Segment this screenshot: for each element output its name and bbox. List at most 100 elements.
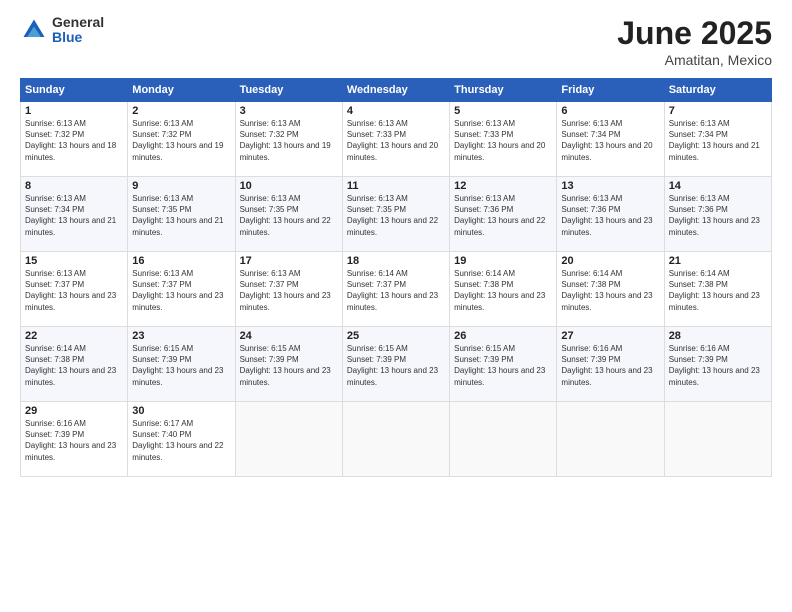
calendar-cell: 6 Sunrise: 6:13 AMSunset: 7:34 PMDayligh… — [557, 102, 664, 177]
day-number: 5 — [454, 105, 552, 117]
day-info: Sunrise: 6:13 AMSunset: 7:35 PMDaylight:… — [132, 194, 223, 237]
day-number: 26 — [454, 330, 552, 342]
day-info: Sunrise: 6:15 AMSunset: 7:39 PMDaylight:… — [240, 344, 331, 387]
day-number: 12 — [454, 180, 552, 192]
day-info: Sunrise: 6:16 AMSunset: 7:39 PMDaylight:… — [669, 344, 760, 387]
day-number: 19 — [454, 255, 552, 267]
day-number: 25 — [347, 330, 445, 342]
day-number: 9 — [132, 180, 230, 192]
calendar-cell: 18 Sunrise: 6:14 AMSunset: 7:37 PMDaylig… — [342, 252, 449, 327]
calendar-table: Sunday Monday Tuesday Wednesday Thursday… — [20, 78, 772, 477]
day-number: 17 — [240, 255, 338, 267]
day-number: 15 — [25, 255, 123, 267]
day-number: 21 — [669, 255, 767, 267]
day-number: 6 — [561, 105, 659, 117]
day-number: 18 — [347, 255, 445, 267]
col-friday: Friday — [557, 79, 664, 102]
day-number: 7 — [669, 105, 767, 117]
calendar-cell: 11 Sunrise: 6:13 AMSunset: 7:35 PMDaylig… — [342, 177, 449, 252]
calendar-week-4: 22 Sunrise: 6:14 AMSunset: 7:38 PMDaylig… — [21, 327, 772, 402]
day-info: Sunrise: 6:13 AMSunset: 7:32 PMDaylight:… — [240, 119, 331, 162]
day-info: Sunrise: 6:13 AMSunset: 7:36 PMDaylight:… — [669, 194, 760, 237]
day-number: 30 — [132, 405, 230, 417]
day-info: Sunrise: 6:16 AMSunset: 7:39 PMDaylight:… — [561, 344, 652, 387]
day-number: 16 — [132, 255, 230, 267]
calendar-cell: 2 Sunrise: 6:13 AMSunset: 7:32 PMDayligh… — [128, 102, 235, 177]
title-block: June 2025 Amatitan, Mexico — [617, 15, 772, 68]
col-monday: Monday — [128, 79, 235, 102]
location: Amatitan, Mexico — [617, 52, 772, 68]
calendar-cell: 22 Sunrise: 6:14 AMSunset: 7:38 PMDaylig… — [21, 327, 128, 402]
day-info: Sunrise: 6:14 AMSunset: 7:38 PMDaylight:… — [561, 269, 652, 312]
calendar-cell: 16 Sunrise: 6:13 AMSunset: 7:37 PMDaylig… — [128, 252, 235, 327]
calendar-cell: 26 Sunrise: 6:15 AMSunset: 7:39 PMDaylig… — [450, 327, 557, 402]
calendar-cell: 7 Sunrise: 6:13 AMSunset: 7:34 PMDayligh… — [664, 102, 771, 177]
calendar-cell: 3 Sunrise: 6:13 AMSunset: 7:32 PMDayligh… — [235, 102, 342, 177]
calendar-cell: 23 Sunrise: 6:15 AMSunset: 7:39 PMDaylig… — [128, 327, 235, 402]
day-number: 13 — [561, 180, 659, 192]
logo-icon — [20, 16, 48, 44]
col-saturday: Saturday — [664, 79, 771, 102]
day-info: Sunrise: 6:14 AMSunset: 7:38 PMDaylight:… — [454, 269, 545, 312]
logo-text: General Blue — [52, 15, 104, 46]
day-number: 22 — [25, 330, 123, 342]
page: General Blue June 2025 Amatitan, Mexico … — [0, 0, 792, 612]
calendar-cell: 20 Sunrise: 6:14 AMSunset: 7:38 PMDaylig… — [557, 252, 664, 327]
calendar-cell: 15 Sunrise: 6:13 AMSunset: 7:37 PMDaylig… — [21, 252, 128, 327]
calendar-cell — [557, 402, 664, 477]
day-info: Sunrise: 6:14 AMSunset: 7:38 PMDaylight:… — [669, 269, 760, 312]
day-number: 8 — [25, 180, 123, 192]
day-number: 4 — [347, 105, 445, 117]
calendar-cell: 27 Sunrise: 6:16 AMSunset: 7:39 PMDaylig… — [557, 327, 664, 402]
day-info: Sunrise: 6:15 AMSunset: 7:39 PMDaylight:… — [132, 344, 223, 387]
calendar-cell: 9 Sunrise: 6:13 AMSunset: 7:35 PMDayligh… — [128, 177, 235, 252]
day-info: Sunrise: 6:13 AMSunset: 7:34 PMDaylight:… — [561, 119, 652, 162]
col-wednesday: Wednesday — [342, 79, 449, 102]
calendar-cell: 25 Sunrise: 6:15 AMSunset: 7:39 PMDaylig… — [342, 327, 449, 402]
day-number: 27 — [561, 330, 659, 342]
day-info: Sunrise: 6:13 AMSunset: 7:33 PMDaylight:… — [347, 119, 438, 162]
calendar-header-row: Sunday Monday Tuesday Wednesday Thursday… — [21, 79, 772, 102]
calendar-cell — [664, 402, 771, 477]
calendar-cell: 8 Sunrise: 6:13 AMSunset: 7:34 PMDayligh… — [21, 177, 128, 252]
day-number: 14 — [669, 180, 767, 192]
col-tuesday: Tuesday — [235, 79, 342, 102]
calendar-week-3: 15 Sunrise: 6:13 AMSunset: 7:37 PMDaylig… — [21, 252, 772, 327]
month-title: June 2025 — [617, 15, 772, 52]
day-number: 10 — [240, 180, 338, 192]
day-info: Sunrise: 6:13 AMSunset: 7:36 PMDaylight:… — [454, 194, 545, 237]
day-number: 1 — [25, 105, 123, 117]
day-number: 3 — [240, 105, 338, 117]
logo-general-text: General — [52, 15, 104, 30]
day-info: Sunrise: 6:13 AMSunset: 7:32 PMDaylight:… — [25, 119, 116, 162]
day-number: 2 — [132, 105, 230, 117]
day-info: Sunrise: 6:14 AMSunset: 7:38 PMDaylight:… — [25, 344, 116, 387]
calendar-cell: 17 Sunrise: 6:13 AMSunset: 7:37 PMDaylig… — [235, 252, 342, 327]
day-number: 28 — [669, 330, 767, 342]
calendar-cell: 29 Sunrise: 6:16 AMSunset: 7:39 PMDaylig… — [21, 402, 128, 477]
col-sunday: Sunday — [21, 79, 128, 102]
calendar-cell — [235, 402, 342, 477]
calendar-cell: 5 Sunrise: 6:13 AMSunset: 7:33 PMDayligh… — [450, 102, 557, 177]
calendar-week-5: 29 Sunrise: 6:16 AMSunset: 7:39 PMDaylig… — [21, 402, 772, 477]
day-info: Sunrise: 6:13 AMSunset: 7:32 PMDaylight:… — [132, 119, 223, 162]
day-info: Sunrise: 6:13 AMSunset: 7:35 PMDaylight:… — [347, 194, 438, 237]
day-info: Sunrise: 6:16 AMSunset: 7:39 PMDaylight:… — [25, 419, 116, 462]
day-info: Sunrise: 6:13 AMSunset: 7:34 PMDaylight:… — [25, 194, 116, 237]
calendar-week-2: 8 Sunrise: 6:13 AMSunset: 7:34 PMDayligh… — [21, 177, 772, 252]
day-info: Sunrise: 6:13 AMSunset: 7:33 PMDaylight:… — [454, 119, 545, 162]
calendar-cell: 21 Sunrise: 6:14 AMSunset: 7:38 PMDaylig… — [664, 252, 771, 327]
day-info: Sunrise: 6:13 AMSunset: 7:37 PMDaylight:… — [240, 269, 331, 312]
logo-blue-text: Blue — [52, 30, 104, 45]
calendar-cell — [450, 402, 557, 477]
calendar-cell: 14 Sunrise: 6:13 AMSunset: 7:36 PMDaylig… — [664, 177, 771, 252]
day-info: Sunrise: 6:15 AMSunset: 7:39 PMDaylight:… — [454, 344, 545, 387]
calendar-cell: 24 Sunrise: 6:15 AMSunset: 7:39 PMDaylig… — [235, 327, 342, 402]
calendar-cell: 4 Sunrise: 6:13 AMSunset: 7:33 PMDayligh… — [342, 102, 449, 177]
calendar-cell: 19 Sunrise: 6:14 AMSunset: 7:38 PMDaylig… — [450, 252, 557, 327]
day-info: Sunrise: 6:13 AMSunset: 7:34 PMDaylight:… — [669, 119, 760, 162]
day-info: Sunrise: 6:15 AMSunset: 7:39 PMDaylight:… — [347, 344, 438, 387]
day-info: Sunrise: 6:13 AMSunset: 7:37 PMDaylight:… — [25, 269, 116, 312]
calendar-cell: 1 Sunrise: 6:13 AMSunset: 7:32 PMDayligh… — [21, 102, 128, 177]
day-info: Sunrise: 6:14 AMSunset: 7:37 PMDaylight:… — [347, 269, 438, 312]
